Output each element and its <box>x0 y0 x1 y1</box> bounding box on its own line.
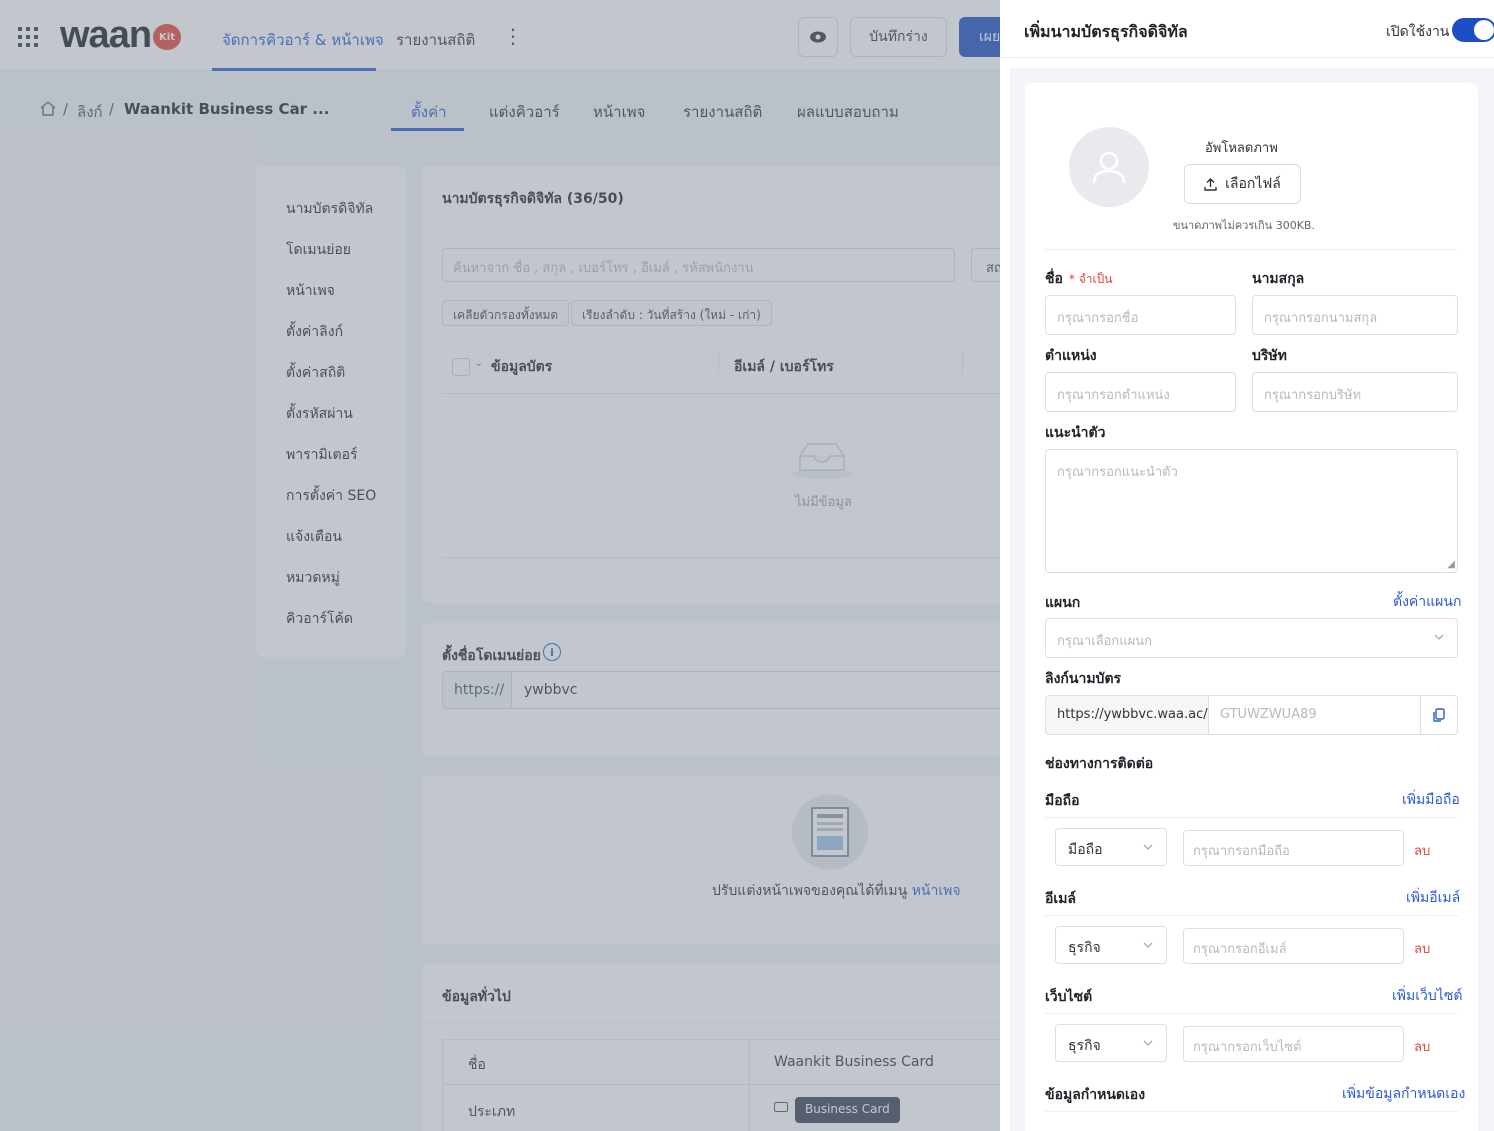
choose-file-button[interactable]: เลือกไฟล์ <box>1184 164 1301 204</box>
email-input[interactable]: กรุณากรอกอีเมล์ <box>1183 928 1404 964</box>
card-link-code-input[interactable]: GTUWZWUA89 <box>1208 695 1421 735</box>
divider <box>1045 915 1458 916</box>
copy-link-button[interactable] <box>1420 695 1458 735</box>
card-link-label: ลิงก์นามบัตร <box>1045 671 1122 687</box>
position-label: ตำแหน่ง <box>1045 348 1097 364</box>
chevron-down-icon <box>1434 634 1444 640</box>
add-card-drawer: เพิ่มนามบัตรธุรกิจดิจิทัล เปิดใช้งาน อัพ… <box>1000 0 1494 1131</box>
card-form: อัพโหลดภาพ เลือกไฟล์ ขนาดภาพไม่ควรเกิน 3… <box>1025 83 1478 1131</box>
chevron-down-icon <box>1143 844 1153 850</box>
mobile-type-select[interactable]: มือถือ <box>1055 828 1167 866</box>
delete-mobile-link[interactable]: ลบ <box>1414 840 1430 861</box>
drawer-header: เพิ่มนามบัตรธุรกิจดิจิทัล เปิดใช้งาน <box>1000 0 1494 58</box>
toggle-knob <box>1474 20 1494 40</box>
card-link-prefix: https://ywbbvc.waa.ac/ <box>1045 695 1209 735</box>
chevron-down-icon <box>1143 942 1153 948</box>
divider <box>1045 1111 1458 1112</box>
upload-title: อัพโหลดภาพ <box>1205 141 1278 156</box>
bio-placeholder: กรุณากรอกแนะนำตัว <box>1057 465 1178 480</box>
required-indicator: * จำเป็น <box>1068 272 1113 286</box>
enable-toggle[interactable] <box>1452 18 1494 42</box>
first-name-label-text: ชื่อ <box>1045 271 1063 287</box>
department-placeholder: กรุณาเลือกแผนก <box>1057 634 1153 649</box>
delete-website-link[interactable]: ลบ <box>1414 1036 1430 1057</box>
divider <box>1045 249 1458 250</box>
copy-icon <box>1433 708 1445 722</box>
enable-label: เปิดใช้งาน <box>1386 24 1450 40</box>
last-name-input[interactable]: กรุณากรอกนามสกุล <box>1252 295 1458 335</box>
bio-label: แนะนำตัว <box>1045 425 1106 441</box>
email-type-value: ธุรกิจ <box>1068 940 1101 956</box>
department-settings-link[interactable]: ตั้งค่าแผนก <box>1393 591 1461 613</box>
department-label: แผนก <box>1045 595 1081 611</box>
mobile-input[interactable]: กรุณากรอกมือถือ <box>1183 830 1404 866</box>
website-type-value: ธุรกิจ <box>1068 1038 1101 1054</box>
avatar-user-icon <box>1092 151 1126 184</box>
company-input[interactable]: กรุณากรอกบริษัท <box>1252 372 1458 412</box>
delete-email-link[interactable]: ลบ <box>1414 938 1430 959</box>
chevron-down-icon <box>1143 1040 1153 1046</box>
avatar <box>1069 127 1149 207</box>
website-type-select[interactable]: ธุรกิจ <box>1055 1024 1167 1062</box>
first-name-label: ชื่อ * จำเป็น <box>1045 268 1112 290</box>
website-input[interactable]: กรุณากรอกเว็บไซต์ <box>1183 1026 1404 1062</box>
divider <box>1045 817 1458 818</box>
department-select[interactable]: กรุณาเลือกแผนก <box>1045 618 1458 658</box>
modal-overlay[interactable] <box>0 0 1000 1131</box>
upload-hint: ขนาดภาพไม่ควรเกิน 300KB. <box>1173 219 1315 232</box>
choose-file-label: เลือกไฟล์ <box>1225 176 1281 192</box>
position-input[interactable]: กรุณากรอกตำแหน่ง <box>1045 372 1236 412</box>
add-email-link[interactable]: เพิ่มอีเมล์ <box>1406 887 1460 909</box>
drawer-body[interactable]: อัพโหลดภาพ เลือกไฟล์ ขนาดภาพไม่ควรเกิน 3… <box>1010 68 1494 1131</box>
website-label: เว็บไซต์ <box>1045 989 1093 1005</box>
add-custom-info-link[interactable]: เพิ่มข้อมูลกำหนดเอง <box>1342 1083 1465 1105</box>
bio-textarea[interactable]: กรุณากรอกแนะนำตัว ◢ <box>1045 449 1458 573</box>
email-label: อีเมล์ <box>1045 891 1077 907</box>
upload-icon <box>1204 177 1217 191</box>
add-website-link[interactable]: เพิ่มเว็บไซต์ <box>1392 985 1462 1007</box>
resize-handle-icon[interactable]: ◢ <box>1447 559 1455 570</box>
custom-info-label: ข้อมูลกำหนดเอง <box>1045 1087 1146 1103</box>
mobile-label: มือถือ <box>1045 793 1080 809</box>
mobile-type-value: มือถือ <box>1068 842 1103 858</box>
divider <box>1045 1013 1458 1014</box>
company-label: บริษัท <box>1252 348 1287 364</box>
add-mobile-link[interactable]: เพิ่มมือถือ <box>1402 789 1460 811</box>
contact-section-title: ช่องทางการติดต่อ <box>1045 756 1154 772</box>
first-name-input[interactable]: กรุณากรอกชื่อ <box>1045 295 1236 335</box>
email-type-select[interactable]: ธุรกิจ <box>1055 926 1167 964</box>
last-name-label: นามสกุล <box>1252 271 1305 287</box>
drawer-title: เพิ่มนามบัตรธุรกิจดิจิทัล <box>1024 22 1188 41</box>
